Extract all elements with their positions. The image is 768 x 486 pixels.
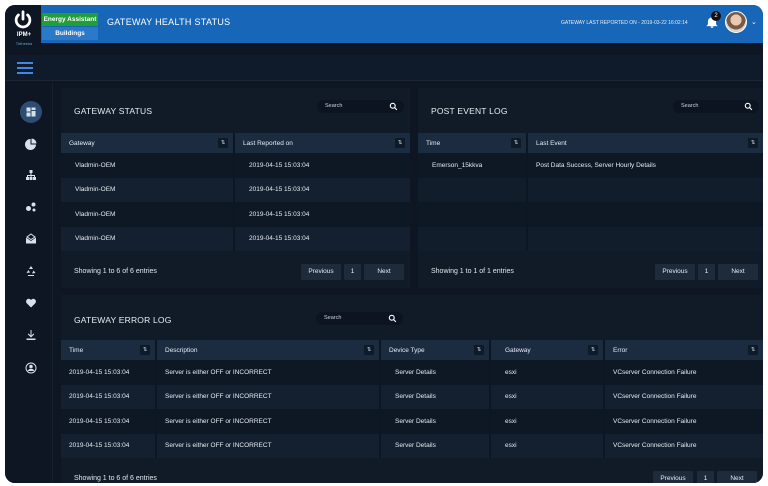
logo-text: IPM+: [16, 32, 32, 38]
previous-button[interactable]: Previous: [301, 264, 341, 280]
table-row[interactable]: Vladmin-OEM 2019-04-15 15:03:04: [61, 177, 410, 202]
table-row[interactable]: Emerson_15kkva Post Data Success, Server …: [418, 153, 763, 178]
gateway-status-panel: GATEWAY STATUS Search Gateway ⇅ Last Repo…: [61, 88, 410, 288]
error-log-search-input[interactable]: Search: [316, 312, 403, 325]
table-row[interactable]: 2019-04-15 15:03:04 Server is either OFF …: [61, 409, 763, 434]
table-row[interactable]: 2019-04-15 15:03:04 Server is either OFF …: [61, 360, 763, 385]
table-row[interactable]: Vladmin-OEM 2019-04-15 15:03:04: [61, 202, 410, 227]
sort-icon[interactable]: ⇅: [218, 138, 228, 148]
sub-toolbar: [5, 55, 763, 81]
app-frame: GATEWAY HEALTH STATUS GATEWAY LAST REPOR…: [5, 5, 763, 483]
column-header-time[interactable]: Time ⇅: [418, 133, 528, 153]
table-row[interactable]: Vladmin-OEM 2019-04-15 15:03:04: [61, 226, 410, 251]
user-avatar[interactable]: [725, 11, 747, 33]
alert-mail-icon[interactable]: [20, 228, 42, 250]
page-title: GATEWAY HEALTH STATUS: [107, 17, 231, 27]
gateway-error-log-table: Time ⇅ Description ⇅ Device Type ⇅ Gateway ⇅…: [61, 340, 763, 458]
gateway-status-table: Gateway ⇅ Last Reported on ⇅ Vladmin-OEM 20…: [61, 133, 410, 251]
hierarchy-icon[interactable]: [20, 164, 42, 186]
logo-subtext: Tirthesha: [15, 41, 33, 46]
next-button[interactable]: Next: [717, 471, 757, 483]
heart-pulse-icon[interactable]: [20, 292, 42, 314]
post-event-entries-info: Showing 1 to 1 of 1 entries: [431, 268, 514, 275]
analytics-icon[interactable]: [20, 196, 42, 218]
sort-icon[interactable]: ⇅: [748, 138, 758, 148]
column-header-description[interactable]: Description ⇅: [156, 340, 381, 360]
power-icon: [14, 10, 32, 29]
post-event-log-table: Time ⇅ Last Event ⇅ Emerson_15kkva Post Dat…: [418, 133, 763, 251]
table-row[interactable]: Vladmin-OEM 2019-04-15 15:03:04: [61, 153, 410, 178]
next-button[interactable]: Next: [364, 264, 404, 280]
search-icon[interactable]: [744, 102, 753, 111]
search-icon[interactable]: [389, 102, 398, 111]
column-header-gateway[interactable]: Gateway ⇅: [61, 133, 235, 153]
table-row[interactable]: 2019-04-15 15:03:04 Server is either OFF …: [61, 433, 763, 458]
sort-icon[interactable]: ⇅: [395, 138, 405, 148]
gateway-status-search-input[interactable]: Search: [317, 100, 404, 113]
last-reported-timestamp: GATEWAY LAST REPORTED ON - 2019-03-22 16…: [561, 20, 688, 26]
buildings-badge[interactable]: Buildings: [42, 27, 98, 40]
gateway-status-entries-info: Showing 1 to 6 of 6 entries: [74, 268, 157, 275]
page-1-button[interactable]: 1: [697, 471, 714, 483]
dashboard-icon[interactable]: [20, 101, 42, 123]
column-header-gateway[interactable]: Gateway ⇅: [490, 340, 605, 360]
column-header-last-event[interactable]: Last Event ⇅: [527, 133, 763, 153]
logo[interactable]: IPM+ Tirthesha: [5, 5, 41, 55]
sort-icon[interactable]: ⇅: [511, 138, 521, 148]
post-event-search-input[interactable]: Search: [673, 100, 759, 113]
table-row-empty: [418, 226, 763, 251]
pie-chart-icon[interactable]: [20, 133, 42, 155]
notification-count-badge: 2: [711, 11, 721, 21]
error-log-entries-info: Showing 1 to 6 of 6 entries: [74, 475, 157, 482]
table-row[interactable]: 2019-04-15 15:03:04 Server is either OFF …: [61, 384, 763, 409]
previous-button[interactable]: Previous: [655, 264, 695, 280]
column-header-last-reported[interactable]: Last Reported on ⇅: [234, 133, 410, 153]
energy-assistant-badge[interactable]: Energy Assistant: [42, 13, 98, 26]
post-event-log-title: POST EVENT LOG: [431, 106, 508, 116]
page-1-button[interactable]: 1: [344, 264, 361, 280]
next-button[interactable]: Next: [718, 264, 758, 280]
sort-icon[interactable]: ⇅: [474, 345, 484, 355]
gateway-error-log-title: GATEWAY ERROR LOG: [74, 315, 172, 325]
user-icon[interactable]: [20, 357, 42, 379]
sort-icon[interactable]: ⇅: [748, 345, 758, 355]
gateway-status-title: GATEWAY STATUS: [74, 106, 153, 116]
chevron-down-icon[interactable]: ⌄: [751, 18, 757, 26]
sort-icon[interactable]: ⇅: [364, 345, 374, 355]
column-header-device-type[interactable]: Device Type ⇅: [380, 340, 491, 360]
post-event-log-panel: POST EVENT LOG Search Time ⇅ Last Event ⇅ …: [418, 88, 763, 288]
column-header-time[interactable]: Time ⇅: [61, 340, 157, 360]
recycle-icon[interactable]: [20, 260, 42, 282]
sort-icon[interactable]: ⇅: [140, 345, 150, 355]
gateway-error-log-panel: GATEWAY ERROR LOG Search Time ⇅ Descripti…: [61, 295, 763, 483]
table-row-empty: [418, 177, 763, 202]
column-header-error[interactable]: Error ⇅: [604, 340, 763, 360]
sidebar: [5, 83, 53, 483]
hamburger-menu-icon[interactable]: [17, 62, 33, 74]
sort-icon[interactable]: ⇅: [588, 345, 598, 355]
top-header: GATEWAY HEALTH STATUS GATEWAY LAST REPOR…: [5, 5, 763, 43]
search-icon[interactable]: [388, 314, 397, 323]
previous-button[interactable]: Previous: [653, 471, 693, 483]
page-1-button[interactable]: 1: [698, 264, 715, 280]
download-icon[interactable]: [20, 324, 42, 346]
table-row-empty: [418, 202, 763, 227]
